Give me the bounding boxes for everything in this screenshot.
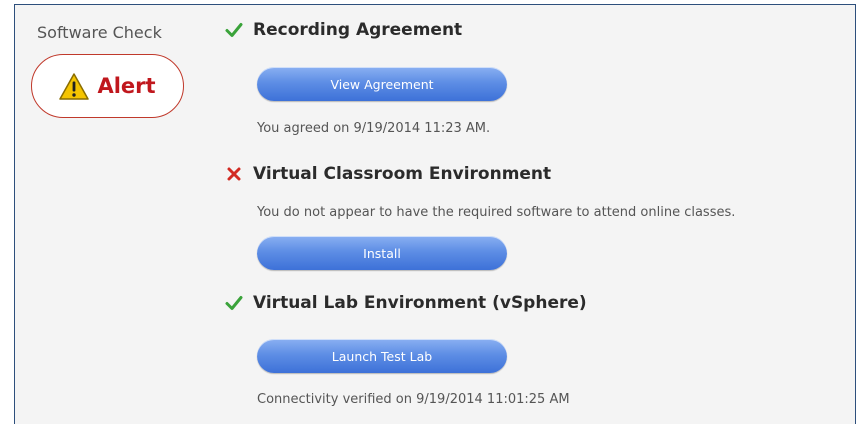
section-recording-agreement: Recording Agreement xyxy=(224,20,462,40)
software-check-panel: Software Check Alert Recording Agreement… xyxy=(14,4,856,424)
section-title: Virtual Classroom Environment xyxy=(253,164,552,184)
software-check-title: Software Check xyxy=(37,23,162,42)
launch-test-lab-button[interactable]: Launch Test Lab xyxy=(257,339,507,373)
section-virtual-lab: Virtual Lab Environment (vSphere) xyxy=(224,293,587,313)
view-agreement-button[interactable]: View Agreement xyxy=(257,67,507,101)
check-icon xyxy=(225,23,243,37)
check-icon xyxy=(225,296,243,310)
section-virtual-classroom: Virtual Classroom Environment xyxy=(224,164,551,184)
install-button[interactable]: Install xyxy=(257,236,507,270)
lab-note: Connectivity verified on 9/19/2014 11:01… xyxy=(257,392,570,407)
x-icon xyxy=(227,167,241,181)
classroom-message: You do not appear to have the required s… xyxy=(257,205,736,220)
alert-label: Alert xyxy=(97,74,156,98)
alert-badge: Alert xyxy=(31,54,184,118)
agreement-note: You agreed on 9/19/2014 11:23 AM. xyxy=(257,121,491,136)
section-title: Recording Agreement xyxy=(253,20,463,40)
warning-triangle-icon xyxy=(59,72,90,100)
section-title: Virtual Lab Environment (vSphere) xyxy=(253,293,587,313)
